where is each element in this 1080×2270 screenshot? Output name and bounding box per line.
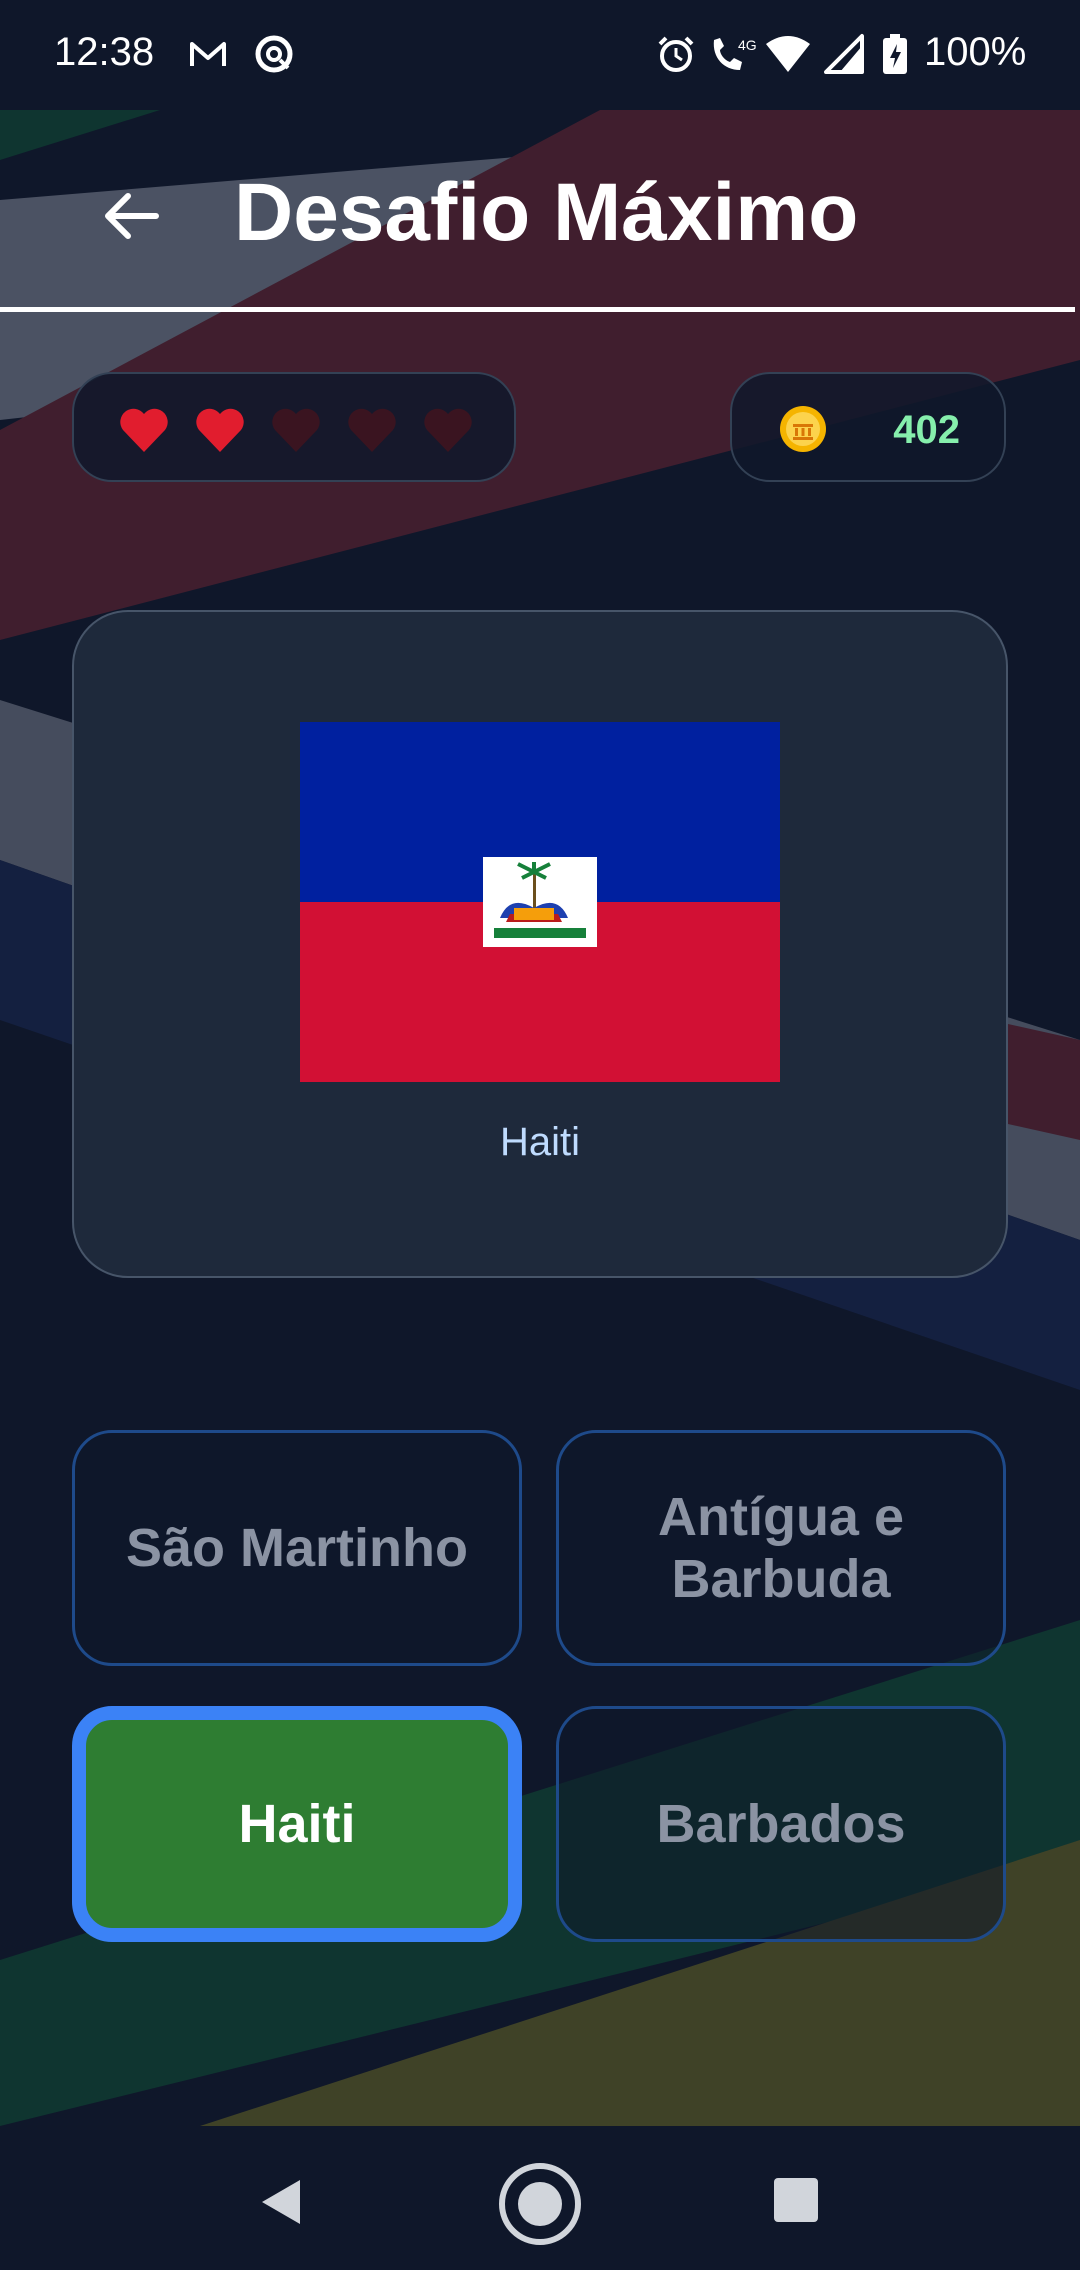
coin-count: 402 xyxy=(893,408,960,452)
nav-recents-icon[interactable] xyxy=(772,2176,820,2224)
answer-button-1[interactable]: São Martinho xyxy=(72,1430,522,1666)
answer-label: Barbados xyxy=(656,1794,906,1854)
network-label: 4G xyxy=(738,37,757,53)
sync-icon xyxy=(255,35,293,73)
answer-button-2[interactable]: Antígua e Barbuda xyxy=(556,1430,1006,1666)
heart-empty-icon xyxy=(348,408,396,452)
haiti-flag-icon xyxy=(300,722,780,1082)
flag-card: Haiti xyxy=(72,610,1008,1278)
heart-empty-icon xyxy=(424,408,472,452)
nav-back-icon[interactable] xyxy=(256,2176,306,2228)
answer-label: Haiti xyxy=(238,1794,356,1854)
call-4g-icon: 4G xyxy=(713,37,757,70)
flag-caption: Haiti xyxy=(499,1120,581,1164)
coin-balance: 402 xyxy=(730,372,1006,482)
coin-icon xyxy=(780,406,826,452)
back-arrow-icon[interactable] xyxy=(96,180,168,252)
answer-button-3-correct[interactable]: Haiti xyxy=(72,1706,522,1942)
battery-percent: 100% xyxy=(924,30,1027,74)
lives-counter xyxy=(72,372,516,482)
heart-full-icon xyxy=(120,408,168,452)
status-bar: 12:38 4G 100% xyxy=(0,0,1080,110)
wifi-icon xyxy=(766,36,810,72)
page-title: Desafio Máximo xyxy=(234,167,859,258)
system-nav-bar xyxy=(0,2126,1080,2270)
heart-full-icon xyxy=(196,408,244,452)
app-header: Desafio Máximo xyxy=(0,110,1080,312)
answer-label: Antígua e Barbuda xyxy=(657,1487,904,1609)
answer-button-4[interactable]: Barbados xyxy=(556,1706,1006,1942)
gmail-icon xyxy=(190,42,226,66)
battery-icon xyxy=(883,34,907,74)
nav-home-icon[interactable] xyxy=(496,2160,584,2248)
heart-empty-icon xyxy=(272,408,320,452)
alarm-icon xyxy=(658,36,694,72)
status-time: 12:38 xyxy=(54,30,155,74)
answer-label: São Martinho xyxy=(125,1518,468,1578)
header-divider xyxy=(0,307,1075,312)
signal-icon xyxy=(824,34,864,74)
